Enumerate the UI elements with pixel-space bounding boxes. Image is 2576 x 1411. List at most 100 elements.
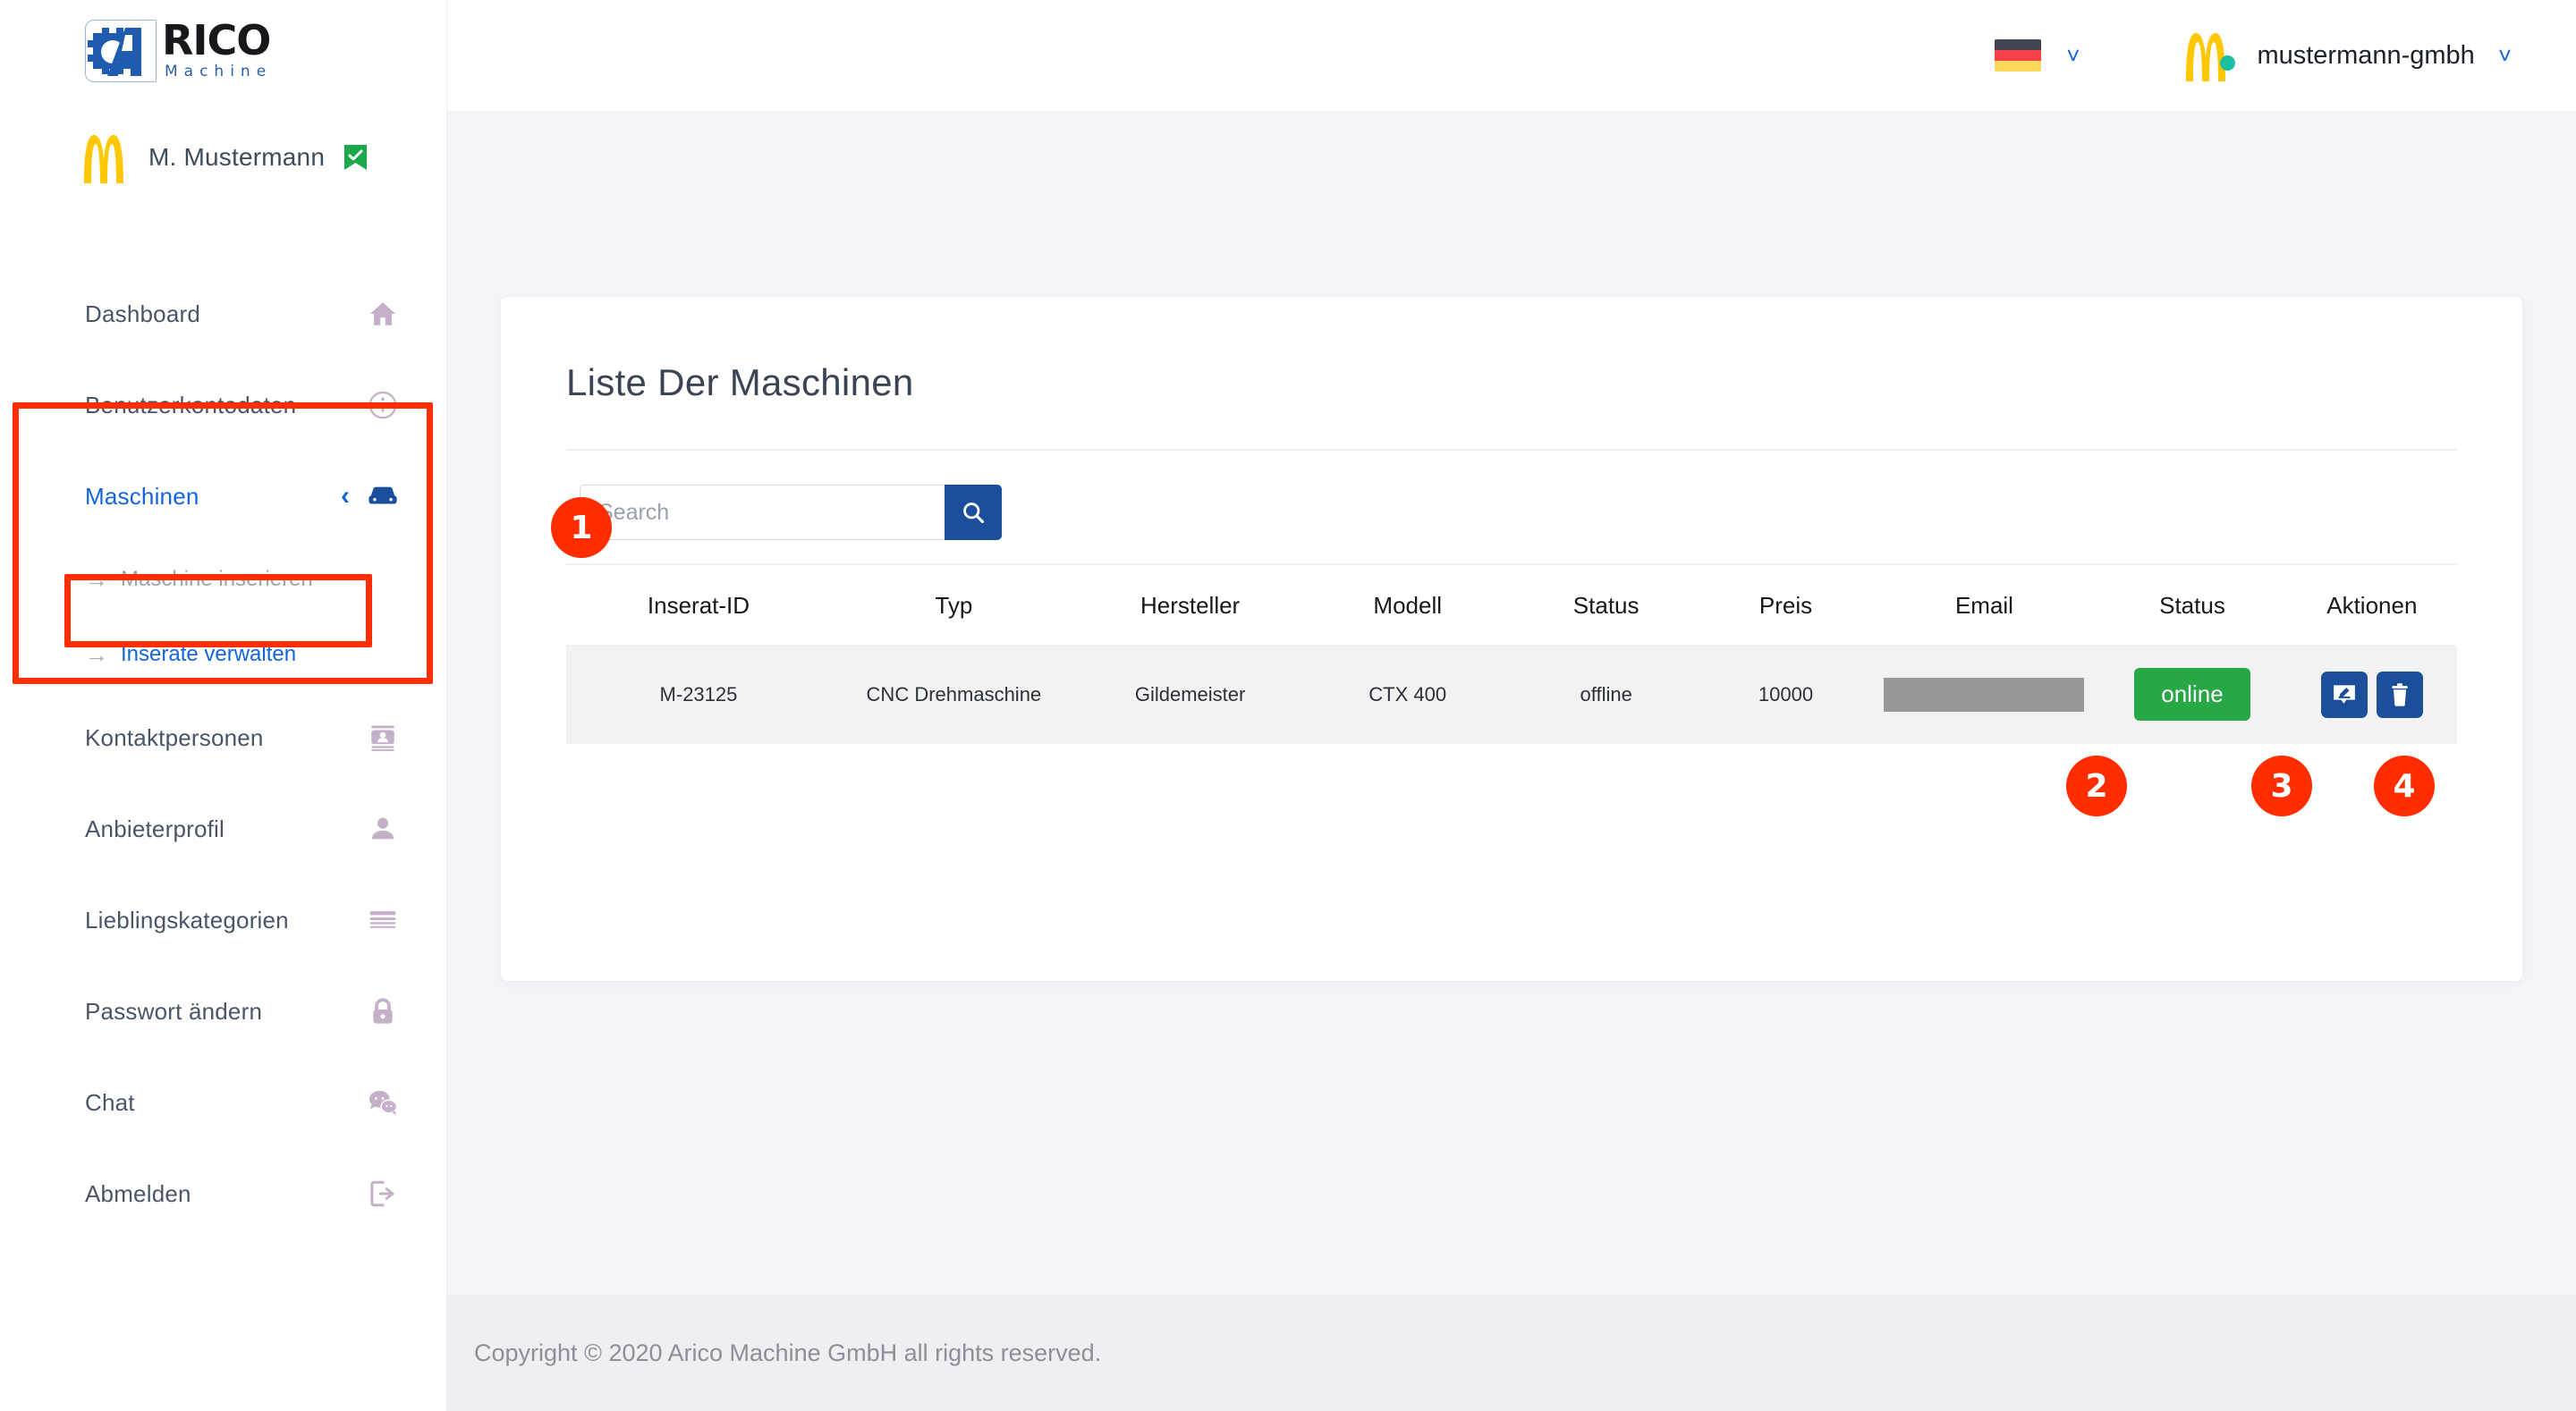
edit-icon [2333,684,2355,704]
app-logo[interactable]: RICO Machine [85,15,344,87]
machines-list-card: Liste Der Maschinen Inserat-ID Typ [501,297,2522,981]
search-input[interactable] [580,485,945,540]
col-status-pill: Status [2159,592,2225,619]
sidebar-subitem-inserate-verwalten[interactable]: → Inserate verwalten [0,617,447,692]
nav-right [368,722,398,753]
sidebar-item-label: Passwort ändern [85,997,263,1025]
info-circle-icon [369,391,397,419]
col-modell: Modell [1373,592,1442,619]
cell-typ: CNC Drehmaschine [830,645,1077,744]
email-redacted-block [1884,677,2085,712]
chat-bubbles-icon [369,1090,398,1115]
col-hersteller: Hersteller [1140,592,1241,619]
edit-button[interactable] [2320,671,2368,718]
verified-check-icon [344,145,368,170]
status-badge[interactable]: online [2133,668,2250,721]
de-flag-icon [1995,39,2042,72]
nav-right [368,814,398,844]
page-title: Liste Der Maschinen [566,361,914,403]
cell-status-pill: online [2097,645,2287,744]
account-menu[interactable]: mustermann-gmbh ˅ [2178,28,2512,83]
col-typ: Typ [935,592,973,619]
nav-right [368,1179,398,1209]
delete-button[interactable] [2376,671,2423,718]
table-row[interactable]: M-23125 CNC Drehmaschine Gildemeister CT… [566,645,2457,744]
col-email: Email [1954,592,2013,619]
home-icon [369,302,396,325]
sidebar-item-benutzerkontodaten[interactable]: Benutzerkontodaten [0,359,447,451]
sidebar-item-passwort-aendern[interactable]: Passwort ändern [0,966,447,1057]
cell-status: offline [1511,645,1701,744]
sidebar-item-anbieterprofil[interactable]: Anbieterprofil [0,783,447,874]
row-actions [2287,671,2457,718]
logo-secondary-text: Machine [165,62,273,80]
sidebar-nav: Dashboard Benutzerkontodaten Maschinen ‹… [0,268,447,1239]
sidebar-item-label: Benutzerkontodaten [85,391,297,418]
sidebar-item-label: Kontaktpersonen [85,723,264,751]
nav-right [368,299,398,329]
sidebar-item-maschinen[interactable]: Maschinen ‹ [0,451,447,542]
sidebar-subitem-label: Maschine inserieren [121,567,313,591]
language-selector[interactable]: ˅ [1995,39,2080,72]
sidebar-item-label: Dashboard [85,300,200,327]
sidebar-user[interactable]: M. Mustermann [79,130,368,185]
table-header-row: Inserat-ID Typ Hersteller Modell Status … [566,565,2457,645]
nav-right: ‹ [341,481,398,511]
footer: Copyright © 2020 Arico Machine GmbH all … [447,1295,2576,1411]
nav-right [368,1087,398,1118]
sidebar-item-chat[interactable]: Chat [0,1057,447,1148]
account-name: mustermann-gmbh [2257,40,2475,70]
logo-wordmark: RICO Machine [162,16,273,80]
person-icon [371,817,394,840]
nav-right [368,996,398,1027]
sidebar-subitem-maschine-inserieren[interactable]: → Maschine inserieren [0,542,447,617]
cell-aktionen [2286,645,2457,744]
app-root: RICO Machine M. Mustermann Dashboard Ben… [0,0,2576,1411]
arrow-right-icon: → [85,640,108,668]
marker-4: 4 [2374,756,2435,816]
chevron-down-icon[interactable]: ˅ [2498,44,2512,67]
machines-table: Inserat-ID Typ Hersteller Modell Status … [566,565,2457,744]
sidebar-item-label: Lieblingskategorien [85,906,289,934]
cell-inserat-id: M-23125 [566,645,831,744]
delete-icon [2392,682,2408,706]
logo-gear-a-icon [85,20,157,82]
table-body: M-23125 CNC Drehmaschine Gildemeister CT… [566,645,2457,744]
main-content: Liste Der Maschinen Inserat-ID Typ [447,111,2576,1295]
sidebar-item-label: Chat [85,1088,135,1116]
col-inserat-id: Inserat-ID [647,592,750,619]
chevron-left-icon[interactable]: ‹ [341,483,350,510]
avatar [84,135,123,183]
col-aktionen: Aktionen [2326,592,2418,619]
sidebar: RICO Machine M. Mustermann Dashboard Ben… [0,0,447,1411]
table-head: Inserat-ID Typ Hersteller Modell Status … [566,565,2457,645]
contact-card-icon [371,725,394,751]
search-button[interactable] [945,485,1002,540]
search-icon [963,503,985,524]
logo-primary-text: RICO [162,16,271,65]
col-preis: Preis [1758,592,1813,619]
logout-icon [370,1180,394,1207]
cell-modell: CTX 400 [1303,645,1512,744]
sidebar-user-name: M. Mustermann [148,143,326,171]
marker-2: 2 [2066,756,2127,816]
nav-right [368,905,398,935]
cell-hersteller: Gildemeister [1076,645,1304,744]
cell-email [1870,645,2098,744]
nav-right [368,390,398,420]
list-lines-icon [369,911,396,928]
chevron-down-icon[interactable]: ˅ [2066,44,2080,67]
title-divider [566,449,2457,451]
sidebar-item-abmelden[interactable]: Abmelden [0,1148,447,1239]
avatar [2178,28,2236,83]
col-status: Status [1572,592,1640,619]
lock-icon [373,998,393,1024]
topbar: ˅ mustermann-gmbh ˅ [447,0,2576,111]
sidebar-item-label: Maschinen [85,482,199,510]
machine-car-icon [369,486,397,504]
sidebar-item-lieblingskategorien[interactable]: Lieblingskategorien [0,874,447,966]
search-bar [580,485,1002,540]
sidebar-item-kontaktpersonen[interactable]: Kontaktpersonen [0,692,447,783]
sidebar-item-dashboard[interactable]: Dashboard [0,268,447,359]
arrow-right-icon: → [85,565,108,593]
